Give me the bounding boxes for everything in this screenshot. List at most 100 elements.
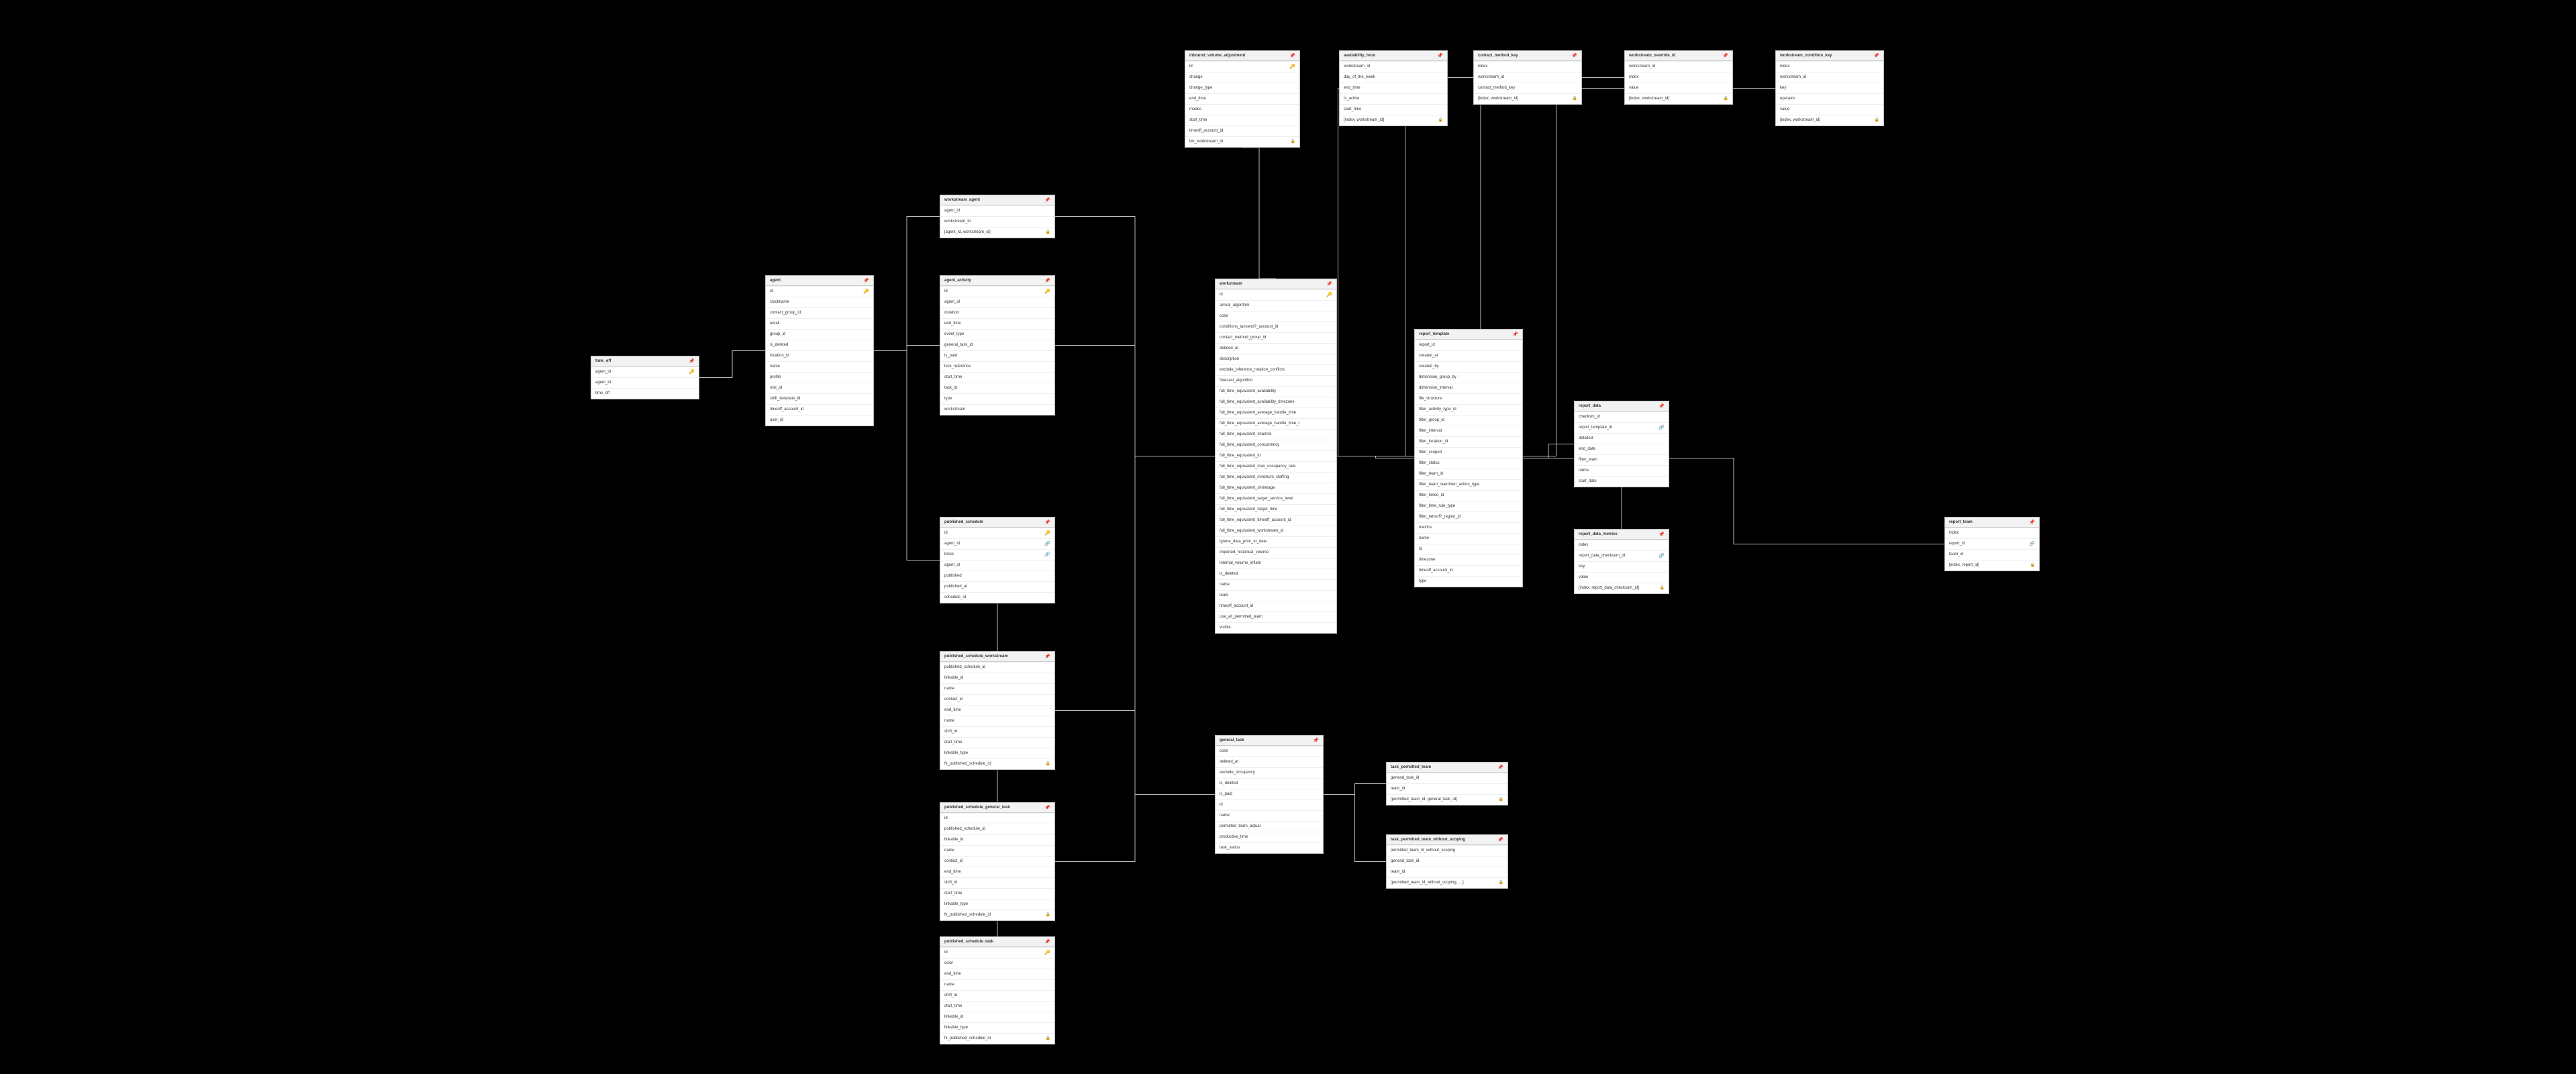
edge: [1523, 444, 1574, 458]
column-name: workstream_id: [1478, 74, 1504, 81]
table-row: workstream_id: [1776, 72, 1883, 83]
table-row: fk_published_schedule_id🔒: [940, 910, 1054, 920]
column-name: workstream_id: [1344, 63, 1370, 70]
table-row: color: [1216, 746, 1323, 756]
table-title: workstream: [1220, 282, 1242, 286]
table-row: modes: [1185, 104, 1299, 115]
column-name: end_time: [944, 869, 961, 876]
column-name: start_time: [1344, 106, 1361, 113]
column-name: forecast_algorithm: [1220, 377, 1252, 385]
table-row: contact_method_group_id: [1216, 332, 1336, 343]
table-title: report_data: [1579, 404, 1601, 408]
table-row: description: [1216, 354, 1336, 364]
column-name: index: [1780, 63, 1789, 70]
table-row: fk_published_schedule_id🔒: [940, 759, 1054, 769]
column-name: filter_time_rule_type: [1419, 503, 1455, 510]
pk-icon: 🔑: [1044, 288, 1050, 295]
table-title: report_data_metrics: [1579, 532, 1618, 536]
table-row: value: [1625, 83, 1732, 93]
table-row: full_time_equivalent_minimum_staffing: [1216, 472, 1336, 483]
column-name: exclude_occupancy: [1220, 769, 1255, 777]
pin-icon: 📌: [1497, 837, 1503, 842]
table-title: workstream_condition_key: [1780, 54, 1832, 58]
table-row: exclude_occupancy: [1216, 767, 1323, 778]
column-name: linkable_type: [944, 750, 968, 757]
table-row: idx_workstream_id🔒: [1185, 136, 1299, 147]
column-name: full_time_equivalent_shrinkage: [1220, 485, 1275, 492]
table-row: name: [940, 845, 1054, 856]
pin-icon: 📌: [1722, 53, 1728, 58]
column-name: workstream_id: [1629, 63, 1655, 70]
lock-icon: 🔒: [1724, 95, 1728, 103]
column-name: created_at: [1419, 352, 1438, 360]
pk-icon: 🔑: [1326, 291, 1332, 299]
table-row: id🔑: [940, 286, 1054, 297]
table-row: dimension_interval: [1415, 383, 1522, 393]
table-row: is_deleted: [1216, 778, 1323, 789]
table-row: id: [1216, 799, 1323, 810]
pk-icon: 🔑: [689, 369, 695, 376]
table-title: workstream_agent: [944, 198, 980, 202]
edge: [1055, 346, 1215, 795]
column-name: file_structure: [1419, 395, 1442, 403]
table-row: linkable_type: [940, 1022, 1054, 1033]
fk-icon: 🔗: [1044, 540, 1050, 548]
table-title: published_schedule_general_task: [944, 806, 1010, 810]
table-header: contact_method_key📌: [1474, 51, 1581, 61]
table-row: role_id: [766, 383, 873, 393]
table-header: published_schedule_general_task 📌: [940, 803, 1054, 813]
table-row: timeoff_account_id: [1185, 126, 1299, 136]
column-name: filter_team: [1579, 456, 1597, 464]
table-row: agent_id: [940, 560, 1054, 571]
column-name: workstream_id: [1780, 74, 1806, 81]
table-row: end_date: [1575, 444, 1669, 454]
lock-icon: 🔒: [1046, 1035, 1050, 1042]
column-name: checksm_id: [1579, 413, 1600, 421]
table-row: filter_team_id: [1415, 469, 1522, 479]
table-general_task: general_task📌colordeleted_atexclude_occu…: [1215, 735, 1324, 854]
column-name: filter_status: [1419, 460, 1440, 467]
table-row: index: [1945, 528, 2039, 538]
column-name: exclude_inference_rotation_conflicts: [1220, 367, 1285, 374]
lock-icon: 🔒: [1046, 912, 1050, 919]
table-row: full_time_equivalent_workstream_id: [1216, 526, 1336, 536]
column-name: linkable_id: [944, 1014, 963, 1021]
table-agent_activity: agent_activity📌id🔑agent_iddurationend_ti…: [940, 275, 1055, 416]
table-row: linkable_type: [940, 748, 1054, 759]
fk-icon: 🔗: [1658, 552, 1665, 560]
column-name: modes: [1189, 106, 1201, 113]
column-name: end_time: [1344, 85, 1360, 92]
table-row: clockname: [766, 297, 873, 307]
column-name: key: [1780, 85, 1786, 92]
column-name: timeoff_account_id: [1220, 603, 1253, 610]
table-row: lock_reference: [940, 361, 1054, 372]
table-row: [permitted_team_id, general_task_id]🔒: [1387, 794, 1507, 805]
column-name: report_id: [1419, 342, 1435, 349]
column-name: shift_id: [944, 992, 957, 999]
table-row: linkable_id: [940, 834, 1054, 845]
table-row: duration: [940, 307, 1054, 318]
table-row: workstream_id: [940, 216, 1054, 227]
column-name: event_type: [944, 331, 964, 338]
table-row: color: [940, 958, 1054, 969]
table-row: timezone: [1415, 554, 1522, 565]
column-name: agent_id: [944, 207, 960, 215]
table-row: linkable_type: [940, 899, 1054, 910]
table-workstream: workstream📌id🔑arrival_algorithmcolorcond…: [1215, 279, 1337, 634]
table-row: name: [1216, 579, 1336, 590]
column-name: filter_activity_type_id: [1419, 406, 1456, 413]
column-name: start_date: [1579, 478, 1597, 485]
table-row: agent_id🔑: [591, 367, 699, 377]
column-name: id: [1419, 546, 1422, 553]
table-row: full_time_equivalent_timeoff_account_id: [1216, 515, 1336, 526]
pin-icon: 📌: [1044, 805, 1050, 810]
column-name: filter_group_id: [1419, 417, 1444, 424]
column-name: imported_historical_volume: [1220, 549, 1269, 556]
column-name: type: [1419, 578, 1426, 585]
column-name: published_schedule_id: [944, 826, 985, 833]
pin-icon: 📌: [1289, 53, 1295, 58]
table-row: [index, workstream_id]🔒: [1776, 115, 1883, 126]
table-row: timeoff_account_id: [766, 404, 873, 415]
column-name: group_id: [770, 331, 785, 338]
column-name: name: [944, 847, 954, 855]
